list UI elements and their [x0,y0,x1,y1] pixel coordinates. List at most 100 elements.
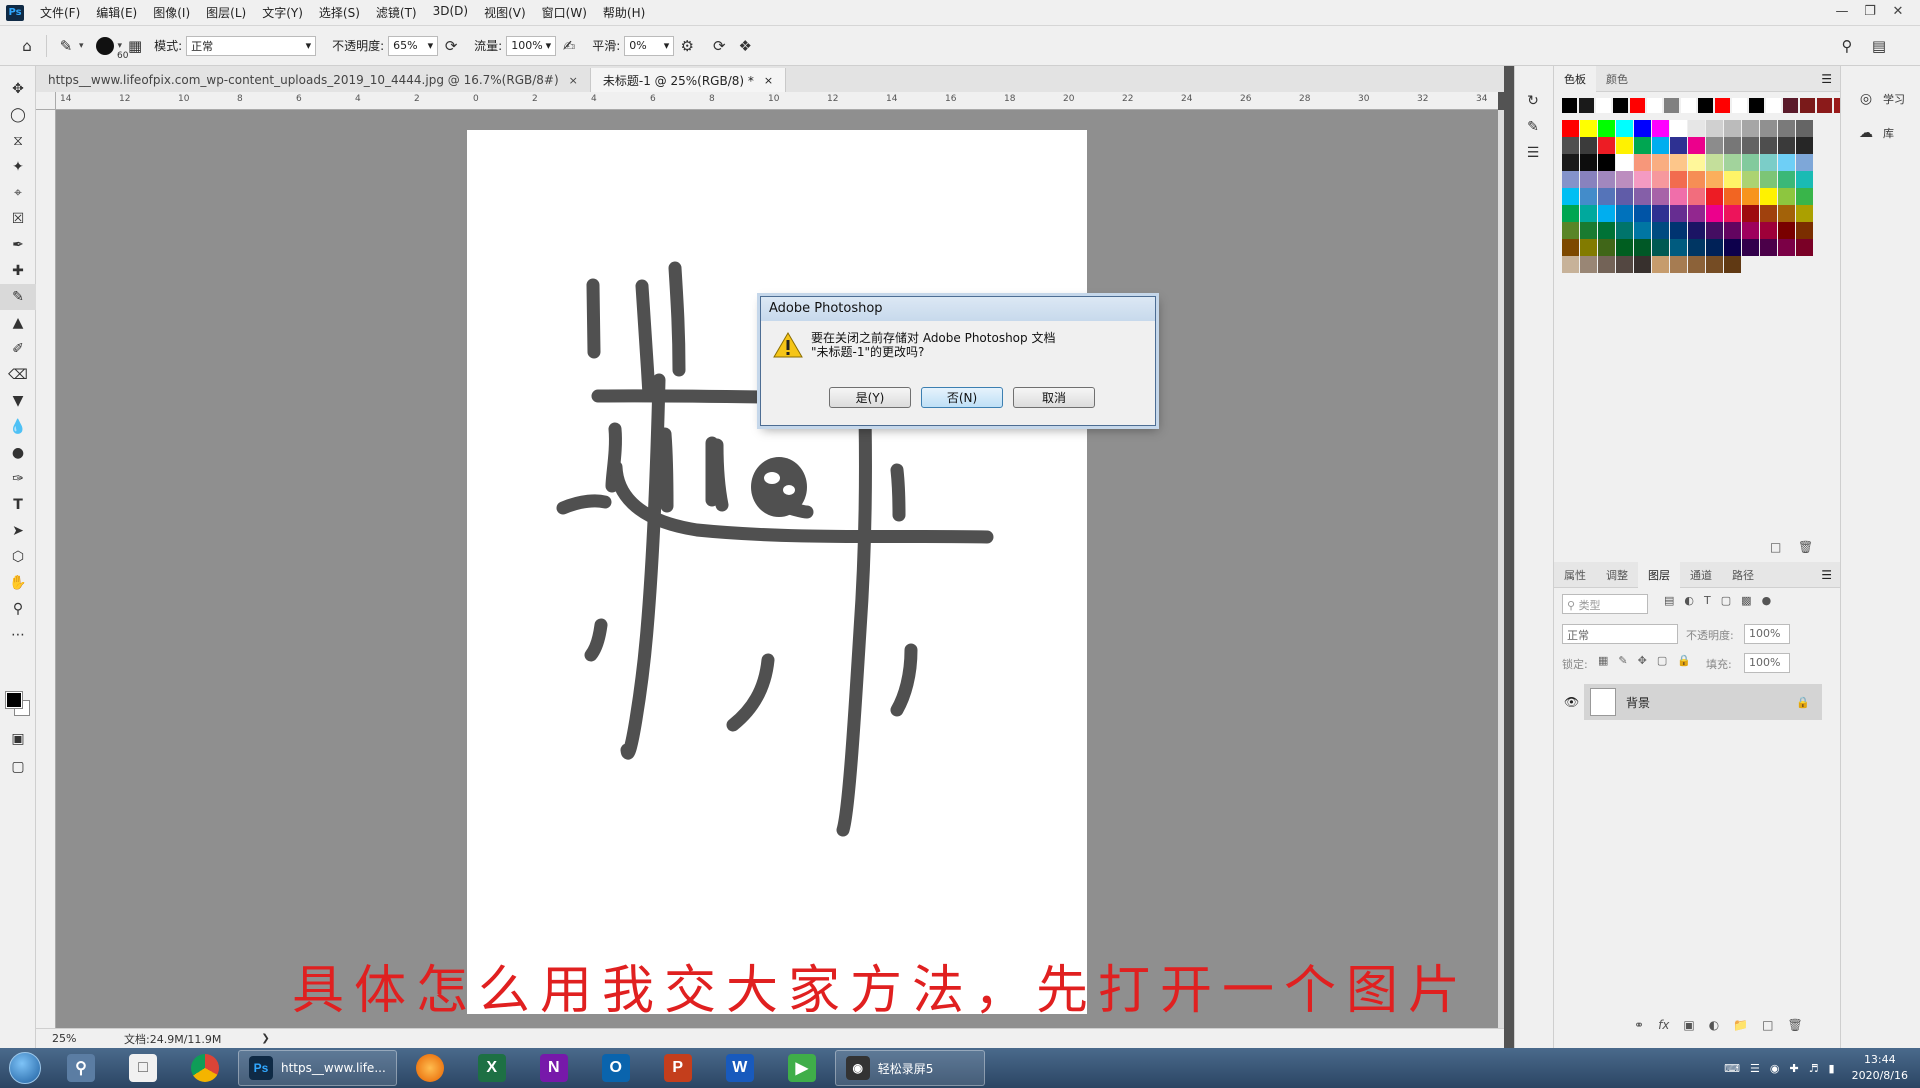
color-swatch[interactable] [1652,137,1669,154]
tab-channels[interactable]: 通道 [1680,562,1722,588]
new-swatch-icon[interactable]: □ [1770,540,1781,554]
smoothing-input[interactable]: 0% ▾ [624,35,675,56]
color-swatch[interactable] [1742,154,1759,171]
color-swatch[interactable] [1688,188,1705,205]
color-swatch[interactable] [1724,171,1741,188]
color-swatch[interactable] [1706,256,1723,273]
ruler-origin[interactable] [36,92,56,110]
color-swatch[interactable] [1783,98,1798,113]
history-panel-icon[interactable]: ↻ [1515,88,1551,114]
color-swatch[interactable] [1760,137,1777,154]
color-swatch[interactable] [1715,98,1730,113]
color-swatch[interactable] [1670,256,1687,273]
color-swatch[interactable] [1688,120,1705,137]
shape-filter-icon[interactable]: ▢ [1721,594,1731,607]
outlook-icon[interactable]: O [587,1050,645,1086]
tray-qq-icon[interactable]: ◉ [1770,1062,1780,1075]
frame-tool-icon[interactable]: ☒ [0,206,36,232]
menu-item[interactable]: 视图(V) [476,4,534,21]
tray-app-icon[interactable]: ✚ [1789,1062,1798,1075]
menu-item[interactable]: 文字(Y) [254,4,311,21]
color-swatch[interactable] [1778,239,1795,256]
workspace-icon[interactable]: ▤ [1866,33,1892,59]
color-swatch[interactable] [1598,120,1615,137]
delete-layer-icon[interactable]: 🗑 [1788,1018,1803,1032]
color-swatch[interactable] [1760,239,1777,256]
hand-tool-icon[interactable]: ✋ [0,570,36,596]
document-canvas[interactable] [467,130,1087,1014]
color-swatch[interactable] [1616,188,1633,205]
color-swatch[interactable] [1579,98,1594,113]
color-swatch[interactable] [1634,137,1651,154]
color-swatch[interactable] [1706,137,1723,154]
color-swatch[interactable] [1706,154,1723,171]
tray-network-icon[interactable]: ☰ [1750,1062,1760,1075]
color-swatch[interactable] [1778,171,1795,188]
shape-tool-icon[interactable]: ⬡ [0,544,36,570]
color-swatch[interactable] [1634,154,1651,171]
color-swatch[interactable] [1562,239,1579,256]
no-button[interactable]: 否(N) [921,387,1003,408]
canvas-area[interactable] [56,110,1498,1028]
chevron-down-icon[interactable]: ▾ [79,41,84,51]
menu-item[interactable]: 文件(F) [32,4,88,21]
color-swatch[interactable] [1652,222,1669,239]
color-swatch[interactable] [1598,171,1615,188]
color-swatch[interactable] [1616,205,1633,222]
smart-filter-icon[interactable]: ▩ [1741,594,1751,607]
color-swatch[interactable] [1616,256,1633,273]
visibility-eye-icon[interactable]: 👁 [1564,695,1579,709]
trash-icon[interactable]: 🗑 [1798,540,1813,554]
color-swatch[interactable] [1724,120,1741,137]
brush-settings-panel-icon[interactable]: ✎ [1515,114,1551,140]
color-swatch[interactable] [1598,188,1615,205]
color-swatch[interactable] [1598,256,1615,273]
color-swatch[interactable] [1562,171,1579,188]
color-swatch[interactable] [1817,98,1832,113]
color-swatch[interactable] [1562,256,1579,273]
color-swatch[interactable] [1706,239,1723,256]
color-swatch[interactable] [1698,98,1713,113]
color-swatch[interactable] [1596,98,1611,113]
color-swatch[interactable] [1688,205,1705,222]
color-swatch[interactable] [1778,154,1795,171]
path-select-tool-icon[interactable]: ➤ [0,518,36,544]
excel-icon[interactable]: X [463,1050,521,1086]
move-tool-icon[interactable]: ✥ [0,76,36,102]
color-swatch[interactable] [1652,256,1669,273]
color-swatch[interactable] [1598,137,1615,154]
photoshop-taskbar-window[interactable]: Ps https__www.life... [238,1050,397,1086]
home-icon[interactable]: ⌂ [14,33,40,59]
color-swatch[interactable] [1742,171,1759,188]
color-swatch[interactable] [1724,222,1741,239]
color-swatch[interactable] [1562,154,1579,171]
clone-stamp-tool-icon[interactable]: ▲ [0,310,36,336]
airbrush-icon[interactable]: ✍ [556,33,582,59]
start-button[interactable] [0,1048,50,1088]
menu-item[interactable]: 滤镜(T) [368,4,425,21]
close-tab-icon[interactable]: × [764,74,773,87]
tab-untitled-1[interactable]: 未标题-1 @ 25%(RGB/8) * × [590,68,787,92]
color-swatch[interactable] [1760,188,1777,205]
color-swatch[interactable] [1652,205,1669,222]
color-swatch[interactable] [1796,188,1813,205]
adjustments-panel-icon[interactable]: ☰ [1515,140,1551,166]
color-swatch[interactable] [1580,239,1597,256]
color-swatch[interactable] [1670,188,1687,205]
color-swatch[interactable] [1580,171,1597,188]
lock-all-icon[interactable]: 🔒 [1677,654,1691,667]
quick-mask-icon[interactable]: ▣ [0,726,36,752]
powerpoint-icon[interactable]: P [649,1050,707,1086]
add-mask-icon[interactable]: ▣ [1683,1018,1694,1032]
tab-adjustments[interactable]: 调整 [1596,562,1638,588]
color-swatch[interactable] [1634,239,1651,256]
blend-mode-select[interactable]: 正常 [1562,624,1678,644]
menu-item[interactable]: 图像(I) [145,4,198,21]
tray-volume-icon[interactable]: ♬ [1809,1062,1819,1075]
color-swatch[interactable] [1796,137,1813,154]
color-swatch[interactable] [1652,154,1669,171]
vertical-scrollbar[interactable] [1498,110,1504,1028]
foreground-color-swatch[interactable] [5,691,23,709]
adjustment-layer-icon[interactable]: ◐ [1709,1018,1719,1032]
color-swatch[interactable] [1742,239,1759,256]
